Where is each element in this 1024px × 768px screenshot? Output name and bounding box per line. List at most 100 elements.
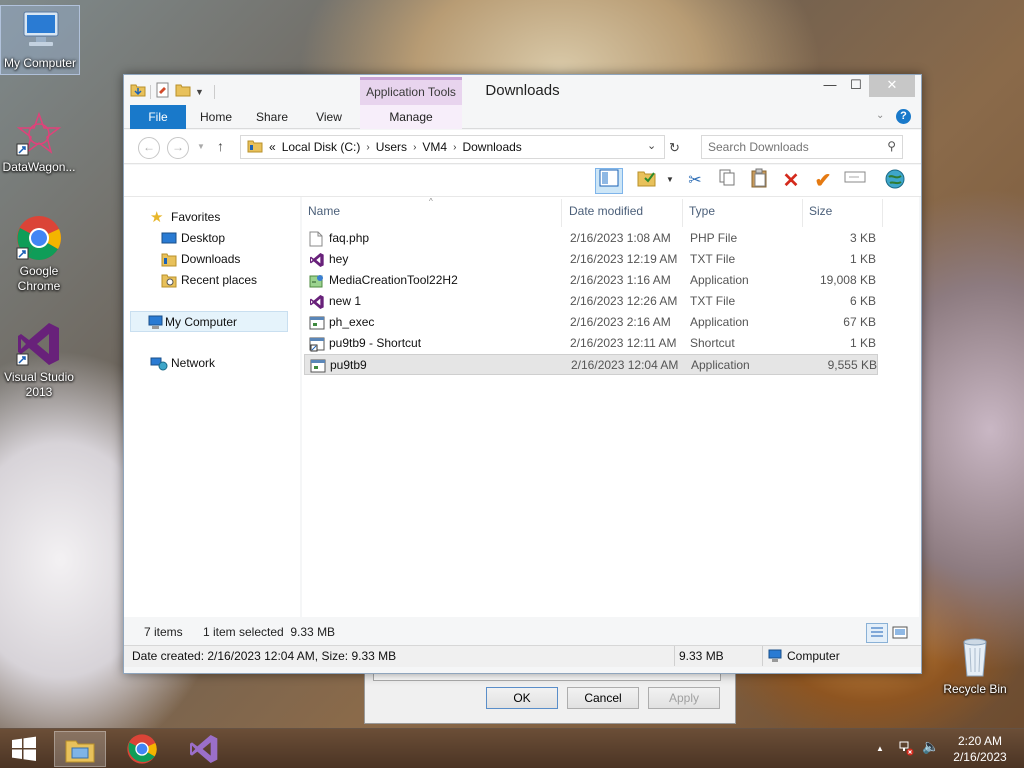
column-header-size[interactable]: Size xyxy=(803,199,883,227)
file-list: ^ Name Date modified Type Size faq.php 2… xyxy=(302,197,919,617)
tab-share[interactable]: Share xyxy=(250,105,294,129)
breadcrumb-separator-icon[interactable]: › xyxy=(366,142,369,153)
breadcrumb-separator-icon[interactable]: › xyxy=(413,142,416,153)
delete-button[interactable]: ✕ xyxy=(777,168,805,194)
desktop-icon-my-computer[interactable]: My Computer xyxy=(0,5,80,75)
details-view-button[interactable] xyxy=(866,623,888,643)
breadcrumb-downloads[interactable]: Downloads xyxy=(462,140,521,154)
close-button[interactable]: ✕ xyxy=(869,75,915,97)
select-button[interactable] xyxy=(841,168,869,194)
copy-icon xyxy=(719,169,735,186)
desktop-icon xyxy=(161,231,177,246)
checkmark-icon: ✔ xyxy=(814,170,832,192)
ok-button[interactable]: OK xyxy=(486,687,558,709)
collapse-ribbon-icon[interactable]: ⌄ xyxy=(876,110,884,121)
nav-favorites[interactable]: ★ Favorites xyxy=(124,207,300,228)
breadcrumb-users[interactable]: Users xyxy=(376,140,407,154)
address-dropdown-icon[interactable]: ⌄ xyxy=(647,139,656,152)
column-header-date[interactable]: Date modified xyxy=(563,199,683,227)
clock-date: 2/16/2023 xyxy=(953,750,1007,764)
title-bar: ▼ Application Tools Downloads — ☐ ✕ xyxy=(124,75,921,105)
application-icon xyxy=(310,358,326,373)
tab-view[interactable]: View xyxy=(308,105,350,129)
nav-label: Recent places xyxy=(181,273,258,287)
breadcrumb-separator-icon[interactable]: › xyxy=(453,142,456,153)
preview-pane-button[interactable] xyxy=(595,168,623,194)
file-row[interactable]: MediaCreationTool22H2 2/16/2023 1:16 AM … xyxy=(304,270,878,291)
properties-button[interactable] xyxy=(633,168,661,194)
cancel-button[interactable]: Cancel xyxy=(567,687,639,709)
rename-button[interactable]: ✔ xyxy=(809,168,837,194)
breadcrumb-local-disk[interactable]: Local Disk (C:) xyxy=(282,140,361,154)
recent-locations-icon[interactable]: ▼ xyxy=(197,142,205,151)
file-size: 1 KB xyxy=(849,252,876,266)
file-row[interactable]: hey 2/16/2023 12:19 AM TXT File 1 KB xyxy=(304,249,878,270)
file-row-selected[interactable]: pu9tb9 2/16/2023 12:04 AM Application 9,… xyxy=(304,354,878,375)
search-box[interactable]: ⚲ xyxy=(701,135,903,159)
breadcrumb-vm4[interactable]: VM4 xyxy=(422,140,447,154)
minimize-button[interactable]: — xyxy=(817,75,843,97)
nav-downloads[interactable]: Downloads xyxy=(124,249,300,270)
preview-pane-icon xyxy=(599,169,619,187)
column-header-type[interactable]: Type xyxy=(683,199,803,227)
paste-button[interactable] xyxy=(745,168,773,194)
file-row[interactable]: pu9tb9 - Shortcut 2/16/2023 12:11 AM Sho… xyxy=(304,333,878,354)
breadcrumb-overflow[interactable]: « xyxy=(269,140,276,154)
network-status-icon[interactable] xyxy=(898,740,914,759)
shortcut-icon xyxy=(309,336,325,352)
taskbar-file-explorer[interactable] xyxy=(54,731,106,767)
details-view-icon xyxy=(871,627,883,637)
start-button[interactable] xyxy=(0,731,48,767)
recent-places-icon xyxy=(161,273,177,288)
details-bar: Date created: 2/16/2023 12:04 AM, Size: … xyxy=(124,645,921,667)
search-input[interactable] xyxy=(708,139,878,155)
desktop-icon-datawagon[interactable]: DataWagon... xyxy=(0,110,78,175)
desktop-icon-recycle-bin[interactable]: Recycle Bin xyxy=(936,632,1014,697)
tab-manage[interactable]: Manage xyxy=(360,105,462,129)
maximize-button[interactable]: ☐ xyxy=(843,75,869,97)
apply-button[interactable]: Apply xyxy=(648,687,720,709)
refresh-button[interactable]: ↻ xyxy=(669,140,680,156)
tab-file[interactable]: File xyxy=(130,105,186,129)
ribbon-tabs: File Home Share View Manage ⌄ ? xyxy=(124,105,921,129)
taskbar-chrome[interactable] xyxy=(116,731,168,767)
file-row[interactable]: faq.php 2/16/2023 1:08 AM PHP File 3 KB xyxy=(304,228,878,249)
details-divider xyxy=(674,646,675,666)
toolbar-dropdown-icon[interactable]: ▼ xyxy=(666,175,674,184)
up-button[interactable]: ↑ xyxy=(217,138,224,154)
forward-button[interactable]: → xyxy=(167,137,189,159)
file-name: new 1 xyxy=(329,294,362,308)
taskbar-visual-studio[interactable] xyxy=(178,731,230,767)
address-field[interactable]: « Local Disk (C:) › Users › VM4 › Downlo… xyxy=(240,135,665,159)
column-header-name[interactable]: Name xyxy=(302,199,562,227)
nav-my-computer[interactable]: My Computer xyxy=(130,311,288,332)
globe-button[interactable] xyxy=(881,168,909,194)
system-clock[interactable]: 2:20 AM 2/16/2023 xyxy=(948,733,1012,765)
file-row[interactable]: new 1 2/16/2023 12:26 AM TXT File 6 KB xyxy=(304,291,878,312)
file-name: MediaCreationTool22H2 xyxy=(329,273,458,287)
tab-home[interactable]: Home xyxy=(194,105,238,129)
desktop-icon-visual-studio[interactable]: Visual Studio 2013 xyxy=(0,320,78,400)
volume-icon[interactable]: 🔈 xyxy=(922,738,939,755)
nav-desktop[interactable]: Desktop xyxy=(124,228,300,249)
folder-icon xyxy=(247,139,263,156)
show-hidden-icons-button[interactable]: ▲ xyxy=(876,744,884,753)
computer-small-icon xyxy=(767,649,783,670)
large-icons-view-button[interactable] xyxy=(889,623,911,643)
forward-arrow-icon: → xyxy=(172,140,184,154)
nav-recent-places[interactable]: Recent places xyxy=(124,270,300,291)
file-row[interactable]: ph_exec 2/16/2023 2:16 AM Application 67… xyxy=(304,312,878,333)
file-explorer-icon xyxy=(65,740,95,763)
cut-button[interactable]: ✂ xyxy=(681,168,709,194)
input-box-icon xyxy=(844,171,866,183)
desktop-icon-chrome[interactable]: Google Chrome xyxy=(0,214,78,294)
recycle-bin-icon xyxy=(951,632,999,680)
selection-info: 1 item selected 9.33 MB xyxy=(203,625,336,639)
desktop-icon-label: Visual Studio 2013 xyxy=(4,370,74,399)
help-icon[interactable]: ? xyxy=(896,109,911,124)
back-button[interactable]: ← xyxy=(138,137,160,159)
nav-network[interactable]: Network xyxy=(124,353,300,374)
nav-label: Desktop xyxy=(181,231,226,245)
copy-button[interactable] xyxy=(713,168,741,194)
visual-studio-file-icon xyxy=(309,252,325,267)
